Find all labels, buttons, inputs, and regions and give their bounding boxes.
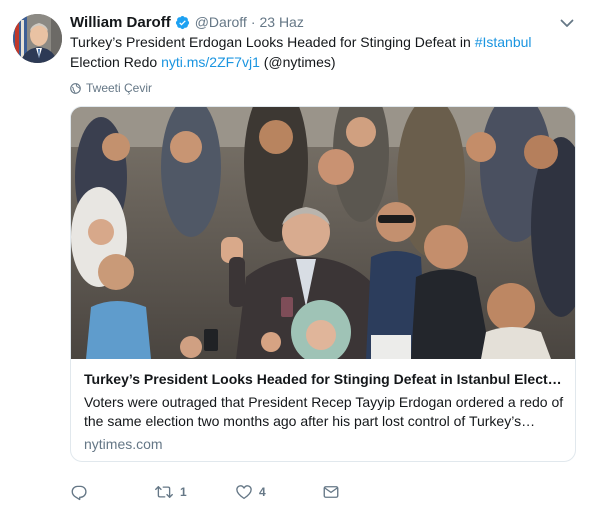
action-bar: 1 4 — [70, 481, 346, 503]
link-card[interactable]: Turkey’s President Looks Headed for Stin… — [70, 106, 576, 462]
avatar-image — [13, 14, 62, 63]
reply-button[interactable] — [70, 483, 154, 501]
retweet-count: 1 — [180, 485, 187, 499]
author-name[interactable]: William Daroff — [70, 14, 171, 31]
tweet-date[interactable]: 23 Haz — [259, 14, 303, 30]
author-handle[interactable]: @Daroff — [195, 14, 247, 30]
url-link[interactable]: nyti.ms/2ZF7vj1 — [161, 54, 260, 70]
translate-label: Tweeti Çevir — [86, 81, 153, 95]
globe-icon — [70, 82, 81, 94]
tweet-text-body: Turkey’s President Erdogan Looks Headed … — [70, 34, 475, 50]
translate-tweet-button[interactable]: Tweeti Çevir — [70, 80, 152, 96]
card-domain: nytimes.com — [84, 436, 163, 452]
chevron-down-icon[interactable] — [558, 14, 576, 32]
envelope-icon — [323, 486, 339, 498]
card-image[interactable] — [71, 107, 575, 364]
verified-badge-icon — [175, 15, 190, 30]
direct-message-button[interactable] — [322, 483, 346, 501]
card-description: Voters were outraged that President Rece… — [84, 394, 564, 429]
retweet-icon — [155, 486, 173, 498]
like-button[interactable]: 4 — [235, 483, 322, 501]
tweet-text-end: (@nytimes) — [259, 54, 336, 70]
hashtag-link[interactable]: #Istanbul — [475, 34, 532, 50]
like-count: 4 — [259, 485, 266, 499]
reply-icon — [71, 485, 87, 501]
tweet-text: Turkey’s President Erdogan Looks Headed … — [70, 32, 560, 72]
avatar[interactable] — [13, 14, 62, 63]
heart-icon — [236, 485, 252, 500]
tweet-text-mid: Election Redo — [70, 54, 162, 70]
retweet-button[interactable]: 1 — [154, 483, 235, 501]
tweet[interactable]: William Daroff @Daroff · 23 Haz Turkey’s… — [0, 0, 606, 505]
tweet-header: William Daroff @Daroff · 23 Haz — [70, 12, 304, 32]
card-title[interactable]: Turkey’s President Looks Headed for Stin… — [84, 370, 564, 389]
news-photo — [71, 107, 575, 364]
separator-dot: · — [250, 14, 256, 30]
card-body: Turkey’s President Looks Headed for Stin… — [84, 370, 564, 454]
